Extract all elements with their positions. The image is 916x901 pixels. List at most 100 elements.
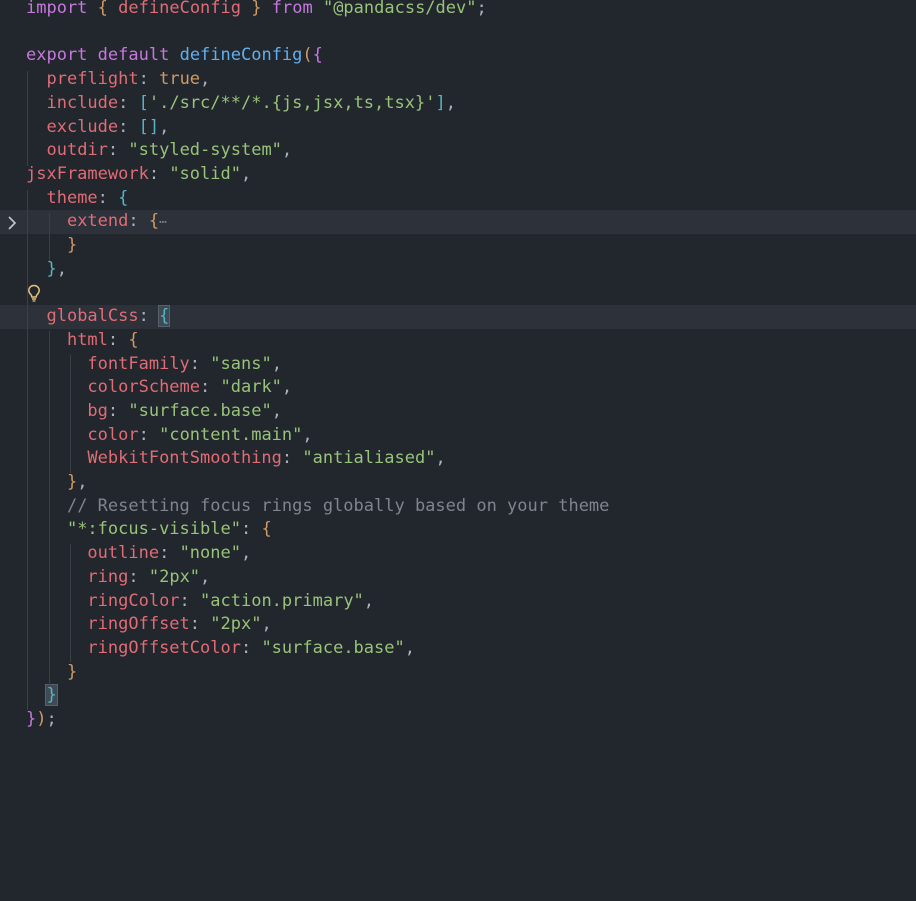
code-line[interactable]: }, — [0, 471, 916, 495]
code-token: "content.main" — [159, 424, 303, 445]
code-line[interactable]: colorScheme: "dark", — [0, 376, 916, 400]
indent-guide — [49, 331, 50, 686]
code-line[interactable]: ring: "2px", — [0, 566, 916, 590]
code-line[interactable]: // Resetting focus rings globally based … — [0, 495, 916, 519]
code-line[interactable]: theme: { — [0, 187, 916, 211]
indent-guide — [70, 544, 71, 662]
code-line[interactable]: WebkitFontSmoothing: "antialiased", — [0, 447, 916, 471]
code-text: globalCss: { — [26, 305, 171, 329]
code-token: include — [46, 92, 119, 113]
code-line[interactable]: jsxFramework: "solid", — [0, 163, 916, 187]
code-line[interactable]: extend: {⋯ — [0, 210, 916, 234]
chevron-right-icon[interactable] — [6, 213, 20, 233]
code-token: color — [87, 424, 139, 445]
lightbulb-icon[interactable] — [27, 284, 41, 302]
code-line[interactable]: fontFamily: "sans", — [0, 353, 916, 377]
code-line[interactable]: }, — [0, 258, 916, 282]
code-token: , — [77, 472, 88, 492]
code-token: from — [271, 0, 313, 18]
code-token: outdir — [46, 140, 108, 161]
code-line[interactable] — [0, 21, 916, 45]
code-token: preflight — [46, 69, 139, 90]
code-text: ring: "2px", — [26, 566, 210, 590]
indent-guide — [49, 213, 50, 261]
code-token: exclude — [46, 116, 119, 137]
code-line[interactable]: } — [0, 234, 916, 258]
code-token: defineConfig — [118, 0, 241, 18]
code-token: } — [26, 709, 37, 729]
code-token: "*:focus-visible" — [66, 519, 241, 540]
code-token: theme — [46, 187, 98, 208]
code-token: "antialiased" — [302, 448, 436, 469]
code-token: './src/**/*.{js,jsx,ts,tsx}' — [148, 92, 436, 113]
code-token: ringOffsetColor — [87, 637, 241, 658]
code-token: } — [66, 235, 78, 255]
code-token: WebkitFontSmoothing — [87, 448, 282, 469]
code-token: ; — [476, 0, 487, 18]
code-token: , — [200, 69, 211, 90]
code-token: : — [240, 519, 262, 540]
code-line[interactable]: bg: "surface.base", — [0, 400, 916, 424]
code-line[interactable]: preflight: true, — [0, 68, 916, 92]
code-line[interactable]: outline: "none", — [0, 542, 916, 566]
code-line[interactable]: color: "content.main", — [0, 424, 916, 448]
code-text: }, — [26, 471, 88, 495]
code-token: : — [138, 69, 160, 90]
code-token: : — [118, 116, 139, 137]
code-line[interactable]: outdir: "styled-system", — [0, 139, 916, 163]
code-text: ringOffset: "2px", — [26, 613, 271, 637]
code-line[interactable]: ringOffsetColor: "surface.base", — [0, 637, 916, 661]
code-text: bg: "surface.base", — [26, 400, 282, 424]
code-token: "sans" — [210, 353, 272, 374]
code-token: ] — [435, 92, 446, 113]
code-line[interactable] — [0, 281, 916, 305]
folded-region-ellipsis[interactable]: ⋯ — [159, 215, 167, 230]
code-text: colorScheme: "dark", — [26, 376, 292, 400]
code-text: include: ['./src/**/*.{js,jsx,ts,tsx}'], — [26, 92, 455, 116]
code-line[interactable]: }); — [0, 708, 916, 732]
code-line[interactable]: ringOffset: "2px", — [0, 613, 916, 637]
code-line[interactable]: html: { — [0, 329, 916, 353]
code-text: ringOffsetColor: "surface.base", — [26, 637, 415, 661]
code-token: colorScheme — [87, 377, 201, 398]
code-line[interactable]: import { defineConfig } from "@pandacss/… — [0, 0, 916, 21]
code-line[interactable]: exclude: [], — [0, 116, 916, 140]
indent-guide — [27, 190, 28, 710]
code-token: defineConfig — [179, 45, 303, 66]
code-text: } — [26, 234, 77, 258]
code-token: bg — [87, 400, 108, 421]
code-line[interactable]: "*:focus-visible": { — [0, 518, 916, 542]
code-token: { — [148, 211, 160, 232]
code-line[interactable]: include: ['./src/**/*.{js,jsx,ts,tsx}'], — [0, 92, 916, 116]
code-line[interactable]: } — [0, 661, 916, 685]
code-line[interactable]: } — [0, 684, 916, 708]
code-token: , — [159, 116, 170, 137]
code-text: preflight: true, — [26, 68, 210, 92]
code-token: , — [56, 258, 67, 279]
code-token: globalCss — [46, 306, 139, 327]
code-text: }); — [26, 708, 57, 732]
code-line[interactable]: globalCss: { — [0, 305, 916, 329]
code-token: : — [138, 424, 160, 445]
code-token: import — [26, 0, 88, 18]
code-editor[interactable]: }); } } ringOffsetColor: "surface.base",… — [0, 0, 916, 901]
code-text: outdir: "styled-system", — [26, 139, 292, 163]
code-line[interactable]: ringColor: "action.primary", — [0, 590, 916, 614]
code-token: "2px" — [148, 566, 201, 587]
code-token: : — [107, 329, 129, 350]
code-token: ; — [46, 709, 57, 729]
code-line[interactable]: export default defineConfig({ — [0, 44, 916, 68]
